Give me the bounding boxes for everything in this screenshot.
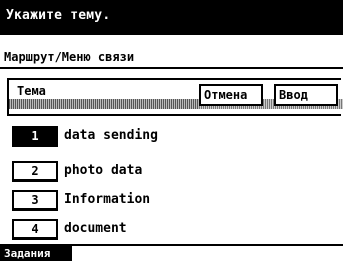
- subject-field-stripe: [9, 99, 199, 109]
- header-bar: Укажите тему.: [0, 0, 343, 35]
- header-title: Укажите тему.: [6, 8, 111, 23]
- route-menu-title: Маршрут/Меню связи: [0, 47, 343, 69]
- tab-jobs-label: Задания: [4, 247, 51, 260]
- list-item-2[interactable]: 2 photo data: [12, 161, 212, 182]
- cancel-button[interactable]: Отмена: [199, 84, 263, 106]
- item-label: document: [64, 221, 127, 236]
- item-label: photo data: [64, 163, 143, 178]
- item-number-button[interactable]: 1: [12, 126, 58, 147]
- list-item-3[interactable]: 3 Information: [12, 190, 212, 211]
- list-item-4[interactable]: 4 document: [12, 219, 212, 240]
- item-number-button[interactable]: 4: [12, 219, 58, 240]
- item-number-button[interactable]: 2: [12, 161, 58, 182]
- item-label: data sending: [64, 128, 158, 143]
- route-menu-label: Маршрут/Меню связи: [4, 50, 135, 64]
- enter-button[interactable]: Ввод: [274, 84, 338, 106]
- item-number-button[interactable]: 3: [12, 190, 58, 211]
- item-label: Information: [64, 192, 151, 207]
- tab-jobs[interactable]: Задания: [0, 246, 72, 261]
- list-item-1[interactable]: 1 data sending: [12, 126, 212, 147]
- subject-label: Тема: [17, 84, 46, 98]
